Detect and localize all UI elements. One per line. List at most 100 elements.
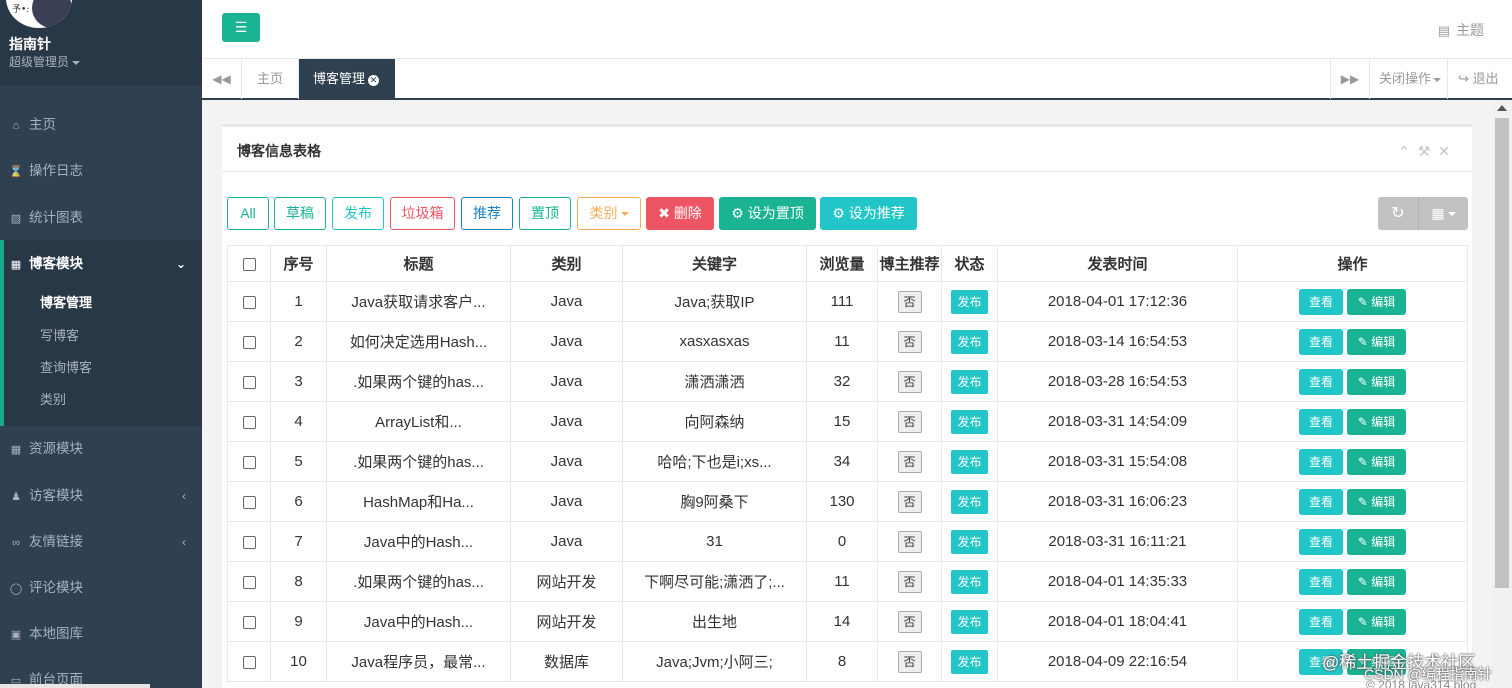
- menu-toggle-button[interactable]: ☰: [222, 13, 260, 42]
- edit-button[interactable]: ✎ 编辑: [1347, 568, 1406, 595]
- col-header-status[interactable]: 状态: [941, 245, 998, 282]
- user-role-dropdown[interactable]: 超级管理员: [9, 53, 81, 70]
- row-checkbox[interactable]: [242, 455, 256, 469]
- view-button[interactable]: 查看: [1299, 608, 1343, 635]
- view-button[interactable]: 查看: [1299, 288, 1343, 315]
- nav-item-friend-links[interactable]: ∞ 友情链接 ‹: [0, 522, 202, 562]
- tab-home[interactable]: 主页: [243, 59, 299, 99]
- edit-button[interactable]: ✎ 编辑: [1347, 528, 1406, 555]
- logout-button[interactable]: ↪ 退出: [1447, 59, 1512, 99]
- collapse-icon[interactable]: ⌃: [1398, 143, 1418, 159]
- page-scrollbar[interactable]: [1492, 100, 1512, 688]
- col-header-views[interactable]: 浏览量: [806, 245, 878, 282]
- filter-top-button[interactable]: 置顶: [519, 197, 571, 230]
- refresh-button[interactable]: ↻: [1378, 197, 1419, 230]
- columns-dropdown[interactable]: ▦: [1419, 197, 1468, 230]
- view-button[interactable]: 查看: [1299, 448, 1343, 475]
- row-checkbox[interactable]: [242, 415, 256, 429]
- row-checkbox[interactable]: [242, 535, 256, 549]
- subnav-query-blog[interactable]: 查询博客: [40, 356, 92, 380]
- filter-draft-button[interactable]: 草稿: [274, 197, 326, 230]
- scrollbar-thumb[interactable]: [1495, 118, 1509, 588]
- recommend-toggle-button[interactable]: 否: [897, 290, 922, 313]
- row-checkbox[interactable]: [242, 375, 256, 389]
- close-ops-dropdown[interactable]: 关闭操作: [1379, 59, 1442, 99]
- view-button[interactable]: 查看: [1299, 328, 1343, 355]
- status-badge[interactable]: 发布: [951, 289, 988, 314]
- recommend-toggle-button[interactable]: 否: [897, 330, 922, 353]
- row-checkbox[interactable]: [242, 495, 256, 509]
- view-button[interactable]: 查看: [1299, 408, 1343, 435]
- view-button[interactable]: 查看: [1299, 368, 1343, 395]
- table-row[interactable]: 5 .如果两个键的has... Java 哈哈;下也是i;xs... 34 否 发布 2018…: [227, 441, 1468, 482]
- view-button[interactable]: 查看: [1299, 488, 1343, 515]
- edit-button[interactable]: ✎ 编辑: [1347, 608, 1406, 635]
- sidebar-scrollbar[interactable]: [0, 684, 150, 688]
- nav-item-gallery[interactable]: ▣ 本地图库: [0, 614, 202, 654]
- tab-scroll-right-button[interactable]: ▶▶: [1330, 59, 1370, 99]
- table-row[interactable]: 8 .如果两个键的has... 网站开发 下啊尽可能;潇洒了;... 11 否 发布 2018…: [227, 561, 1468, 602]
- filter-trash-button[interactable]: 垃圾箱: [390, 197, 455, 230]
- theme-button[interactable]: ▤ 主题: [1438, 20, 1484, 40]
- avatar[interactable]: 予•:: [6, 0, 72, 28]
- row-checkbox[interactable]: [242, 295, 256, 309]
- status-badge[interactable]: 发布: [951, 489, 988, 514]
- col-header-time[interactable]: 发表时间: [997, 245, 1238, 282]
- status-badge[interactable]: 发布: [951, 649, 988, 674]
- subnav-blog-manage[interactable]: 博客管理: [40, 291, 92, 315]
- set-recommend-button[interactable]: ⚙ 设为推荐: [820, 197, 917, 230]
- col-header-title[interactable]: 标题: [326, 245, 511, 282]
- wrench-icon[interactable]: ⚒: [1418, 143, 1439, 159]
- edit-button[interactable]: ✎ 编辑: [1347, 488, 1406, 515]
- close-tab-icon[interactable]: ✕: [368, 75, 380, 86]
- edit-button[interactable]: ✎ 编辑: [1347, 368, 1406, 395]
- recommend-toggle-button[interactable]: 否: [897, 530, 922, 553]
- filter-recommend-button[interactable]: 推荐: [461, 197, 513, 230]
- scroll-up-icon[interactable]: [1497, 105, 1507, 111]
- nav-item-blog-module[interactable]: ▦ 博客模块 ⌄: [0, 244, 202, 284]
- nav-item-resources[interactable]: ▦ 资源模块: [0, 429, 202, 469]
- table-row[interactable]: 2 如何决定选用Hash... Java xasxasxas 11 否 发布 2018-03-…: [227, 321, 1468, 362]
- status-badge[interactable]: 发布: [951, 369, 988, 394]
- recommend-toggle-button[interactable]: 否: [897, 650, 922, 673]
- recommend-toggle-button[interactable]: 否: [897, 610, 922, 633]
- subnav-category[interactable]: 类别: [40, 388, 66, 412]
- col-header-keywords[interactable]: 关键字: [622, 245, 807, 282]
- status-badge[interactable]: 发布: [951, 529, 988, 554]
- filter-all-button[interactable]: All: [227, 197, 269, 230]
- row-checkbox[interactable]: [242, 575, 256, 589]
- table-row[interactable]: 4 ArrayList和... Java 向阿森纳 15 否 发布 2018-03-31 14…: [227, 401, 1468, 442]
- recommend-toggle-button[interactable]: 否: [897, 370, 922, 393]
- status-badge[interactable]: 发布: [951, 329, 988, 354]
- tab-scroll-left-button[interactable]: ◀◀: [202, 59, 242, 99]
- row-checkbox[interactable]: [242, 655, 256, 669]
- recommend-toggle-button[interactable]: 否: [897, 450, 922, 473]
- recommend-toggle-button[interactable]: 否: [897, 570, 922, 593]
- table-row[interactable]: 3 .如果两个键的has... Java 潇洒潇洒 32 否 发布 2018-03-28 16…: [227, 361, 1468, 402]
- col-header-id[interactable]: 序号: [270, 245, 327, 282]
- filter-category-dropdown[interactable]: 类别: [577, 197, 641, 230]
- table-row[interactable]: 1 Java获取请求客户... Java Java;获取IP 111 否 发布 2018-04…: [227, 281, 1468, 322]
- delete-button[interactable]: ✖ 删除: [646, 197, 714, 230]
- nav-item-comments[interactable]: ◯ 评论模块: [0, 568, 202, 608]
- edit-button[interactable]: ✎ 编辑: [1347, 448, 1406, 475]
- edit-button[interactable]: ✎ 编辑: [1347, 408, 1406, 435]
- row-checkbox[interactable]: [242, 335, 256, 349]
- edit-button[interactable]: ✎ 编辑: [1347, 288, 1406, 315]
- view-button[interactable]: 查看: [1299, 568, 1343, 595]
- nav-item-home[interactable]: ⌂ 主页: [0, 105, 202, 145]
- recommend-toggle-button[interactable]: 否: [897, 490, 922, 513]
- col-header-recommend[interactable]: 博主推荐: [877, 245, 942, 282]
- subnav-write-blog[interactable]: 写博客: [40, 324, 79, 348]
- tab-blog-manage[interactable]: 博客管理 ✕: [299, 59, 395, 99]
- col-header-category[interactable]: 类别: [510, 245, 623, 282]
- select-all-checkbox[interactable]: [242, 257, 256, 271]
- status-badge[interactable]: 发布: [951, 409, 988, 434]
- status-badge[interactable]: 发布: [951, 609, 988, 634]
- table-row[interactable]: 10 Java程序员，最常... 数据库 Java;Jvm;小阿三; 8 否 发布 2018-…: [227, 641, 1468, 682]
- filter-published-button[interactable]: 发布: [332, 197, 384, 230]
- nav-item-visitors[interactable]: ♟ 访客模块 ‹: [0, 476, 202, 516]
- nav-item-operation-log[interactable]: ⌛ 操作日志: [0, 151, 202, 191]
- nav-item-charts[interactable]: ▧ 统计图表: [0, 198, 202, 238]
- set-top-button[interactable]: ⚙ 设为置顶: [719, 197, 816, 230]
